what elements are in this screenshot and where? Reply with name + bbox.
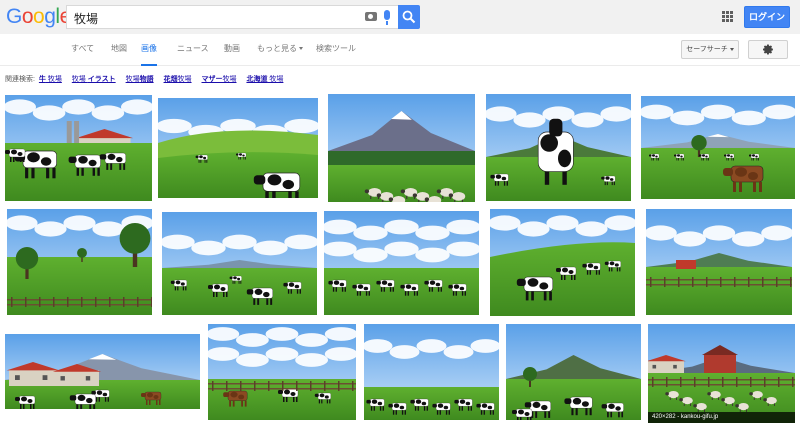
image-result-5[interactable] bbox=[641, 96, 795, 199]
image-thumbnail bbox=[158, 98, 318, 198]
apps-grid-icon[interactable] bbox=[722, 11, 733, 22]
search-query: 牧場 bbox=[74, 12, 99, 26]
image-result-2[interactable] bbox=[158, 98, 318, 198]
tab-videos[interactable]: 動画 bbox=[224, 34, 240, 66]
image-result-9[interactable] bbox=[490, 209, 635, 316]
safe-search-button[interactable]: セーフサーチ bbox=[681, 40, 739, 59]
image-thumbnail bbox=[5, 334, 200, 409]
image-result-12[interactable] bbox=[208, 324, 356, 420]
search-input[interactable]: 牧場 bbox=[66, 5, 398, 29]
related-link-story[interactable]: 牧場物語 bbox=[126, 76, 154, 83]
gear-icon bbox=[763, 44, 773, 55]
google-logo[interactable]: Google bbox=[6, 5, 71, 29]
logo-letter: o bbox=[21, 5, 34, 28]
image-thumbnail bbox=[490, 209, 635, 316]
image-result-11[interactable] bbox=[5, 334, 200, 409]
image-thumbnail bbox=[7, 209, 152, 315]
image-result-14[interactable] bbox=[506, 324, 641, 420]
image-thumbnail bbox=[324, 211, 479, 315]
image-result-6[interactable] bbox=[7, 209, 152, 315]
image-thumbnail bbox=[506, 324, 641, 420]
login-button[interactable]: ログイン bbox=[744, 6, 790, 28]
image-thumbnail bbox=[364, 324, 499, 420]
camera-icon[interactable] bbox=[365, 12, 377, 21]
chevron-down-icon bbox=[299, 47, 303, 51]
search-tabs: すべて 地図 画像 ニュース 動画 もっと見る 検索ツール セーフサーチ bbox=[0, 34, 800, 66]
top-bar: Google 牧場 ログイン bbox=[0, 0, 800, 34]
image-thumbnail bbox=[646, 209, 792, 315]
related-link-illust[interactable]: 牧場 イラスト bbox=[72, 76, 116, 83]
image-thumbnail bbox=[648, 324, 795, 423]
related-link-hokkaido[interactable]: 北海道 牧場 bbox=[246, 76, 283, 83]
related-searches: 関連検索: 牛 牧場 牧場 イラスト 牧場物語 花畑牧場 マザー牧場 北海道 牧… bbox=[5, 74, 291, 86]
tab-more[interactable]: もっと見る bbox=[257, 34, 303, 66]
tab-images[interactable]: 画像 bbox=[141, 34, 157, 66]
image-thumbnail bbox=[5, 95, 152, 201]
image-caption: 420×282 - kankou-gifu.jp bbox=[648, 412, 795, 423]
image-thumbnail bbox=[328, 94, 475, 202]
tab-search-tools[interactable]: 検索ツール bbox=[316, 34, 356, 66]
image-result-13[interactable] bbox=[364, 324, 499, 420]
settings-button[interactable] bbox=[748, 40, 788, 59]
logo-letter: G bbox=[6, 5, 22, 28]
tab-news[interactable]: ニュース bbox=[177, 34, 209, 66]
image-result-1[interactable] bbox=[5, 95, 152, 201]
chevron-down-icon bbox=[729, 47, 734, 51]
related-link-flower[interactable]: 花畑牧場 bbox=[164, 76, 192, 83]
image-result-4[interactable] bbox=[486, 94, 631, 201]
related-link-mother[interactable]: マザー牧場 bbox=[202, 76, 237, 83]
search-button[interactable] bbox=[398, 5, 420, 29]
search-icon bbox=[402, 10, 416, 24]
tab-maps[interactable]: 地図 bbox=[111, 34, 127, 66]
image-thumbnail bbox=[641, 96, 795, 199]
image-thumbnail bbox=[162, 212, 317, 315]
image-result-7[interactable] bbox=[162, 212, 317, 315]
logo-letter: o bbox=[33, 5, 45, 28]
microphone-icon[interactable] bbox=[384, 10, 390, 25]
related-label: 関連検索: bbox=[5, 76, 35, 83]
tab-all[interactable]: すべて bbox=[71, 34, 94, 66]
image-result-8[interactable] bbox=[324, 211, 479, 315]
image-thumbnail bbox=[208, 324, 356, 420]
image-result-10[interactable] bbox=[646, 209, 792, 315]
logo-letter: g bbox=[44, 5, 56, 28]
related-link-cow[interactable]: 牛 牧場 bbox=[39, 76, 62, 83]
image-result-3[interactable] bbox=[328, 94, 475, 202]
image-thumbnail bbox=[486, 94, 631, 201]
image-result-15[interactable]: 420×282 - kankou-gifu.jp bbox=[648, 324, 795, 423]
